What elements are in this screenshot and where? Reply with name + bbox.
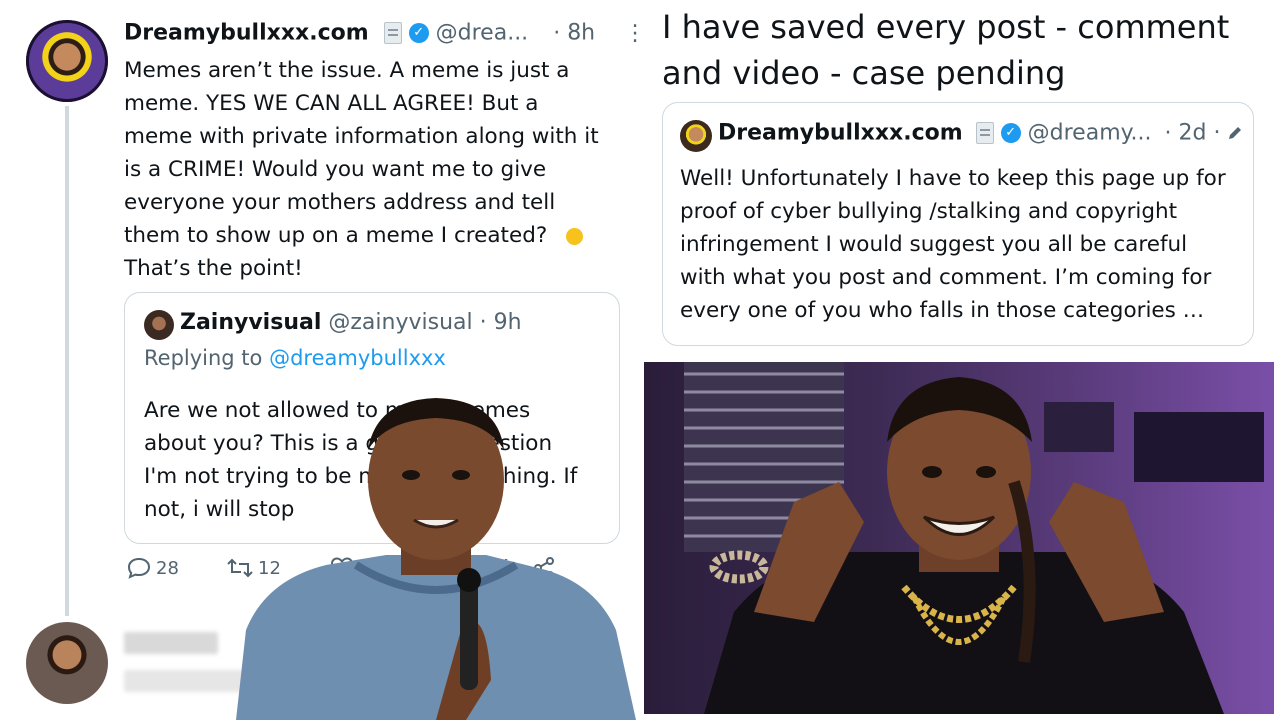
edit-pencil-icon: [1229, 127, 1242, 139]
author-name[interactable]: Dreamybullxxx.com: [124, 21, 369, 46]
quoted-author-handle[interactable]: @zainyvisual: [328, 310, 472, 335]
quoted-author-name[interactable]: Zainyvisual: [180, 310, 321, 335]
blurred-name: [124, 632, 218, 654]
replying-to: Replying to @dreamybullxxx: [144, 346, 446, 370]
separator: ·: [1213, 120, 1221, 146]
embedded-line: Well! Unfortunately I have to keep this …: [680, 166, 1226, 191]
tweet-line: everyone your mothers address and tell: [124, 190, 556, 215]
separator: ·: [1164, 120, 1172, 146]
embedded-tweet-header: Dreamybullxxx.com ✓ @dreamy... · 2d ·: [718, 120, 1243, 146]
embedded-line: infringement I would suggest you all be …: [680, 232, 1188, 257]
document-icon: [975, 122, 994, 144]
document-icon: [383, 22, 402, 44]
tweet-line: That’s the point!: [124, 256, 303, 281]
replying-to-label: Replying to: [144, 346, 263, 370]
author-avatar[interactable]: [26, 20, 108, 102]
thread-line: [65, 106, 69, 616]
embedded-line: every one of you who falls in those cate…: [680, 298, 1205, 323]
reply-button[interactable]: 28: [126, 556, 179, 580]
video-frame-image: [684, 362, 1264, 714]
video-caption: I have saved every post - comment and vi…: [662, 4, 1262, 96]
video-clip[interactable]: [644, 362, 1274, 714]
embedded-author-handle[interactable]: @dreamy...: [1028, 121, 1152, 146]
host-person-image: [236, 398, 636, 720]
separator: ·: [553, 20, 561, 46]
tweet-body: Memes aren’t the issue. A meme is just a…: [124, 54, 614, 285]
embedded-line: proof of cyber bullying /stalking and co…: [680, 199, 1178, 224]
quoted-author-avatar[interactable]: [144, 310, 174, 340]
tweet-line: meme. YES WE CAN ALL AGREE! But a: [124, 91, 539, 116]
caption-line: and video - case pending: [662, 54, 1066, 92]
reply-icon: [127, 557, 151, 579]
separator: ·: [479, 310, 487, 335]
tweet-line: them to show up on a meme I created?: [124, 223, 548, 248]
tweet-time[interactable]: 8h: [567, 21, 595, 46]
tweet-line: is a CRIME! Would you want me to give: [124, 157, 547, 182]
replying-to-handle[interactable]: @dreamybullxxx: [269, 346, 446, 370]
embedded-tweet-time[interactable]: 2d: [1179, 121, 1207, 146]
quoted-tweet-header: Zainyvisual @zainyvisual · 9h: [180, 310, 522, 335]
verified-badge-icon: ✓: [408, 23, 429, 43]
more-vertical-icon[interactable]: ⋮: [624, 21, 646, 46]
embedded-line: with what you post and comment. I’m comi…: [680, 265, 1212, 290]
quoted-tweet-time[interactable]: 9h: [494, 310, 522, 335]
tweet-line: Memes aren’t the issue. A meme is just a: [124, 58, 570, 83]
embedded-author-avatar[interactable]: [680, 120, 712, 152]
tweet-header: Dreamybullxxx.com ✓ @drea... · 8h ⋮: [124, 20, 646, 50]
tweet-line: meme with private information along with…: [124, 124, 599, 149]
blurred-text: [124, 670, 244, 692]
reply-count: 28: [156, 557, 179, 579]
author-handle[interactable]: @drea...: [436, 21, 529, 46]
embedded-author-name[interactable]: Dreamybullxxx.com: [718, 121, 963, 146]
verified-badge-icon: ✓: [1000, 123, 1021, 143]
caption-line: I have saved every post - comment: [662, 8, 1230, 46]
embedded-tweet-body: Well! Unfortunately I have to keep this …: [680, 162, 1240, 327]
reply-author-avatar[interactable]: [26, 622, 108, 704]
yellow-dot-icon: [566, 228, 583, 245]
